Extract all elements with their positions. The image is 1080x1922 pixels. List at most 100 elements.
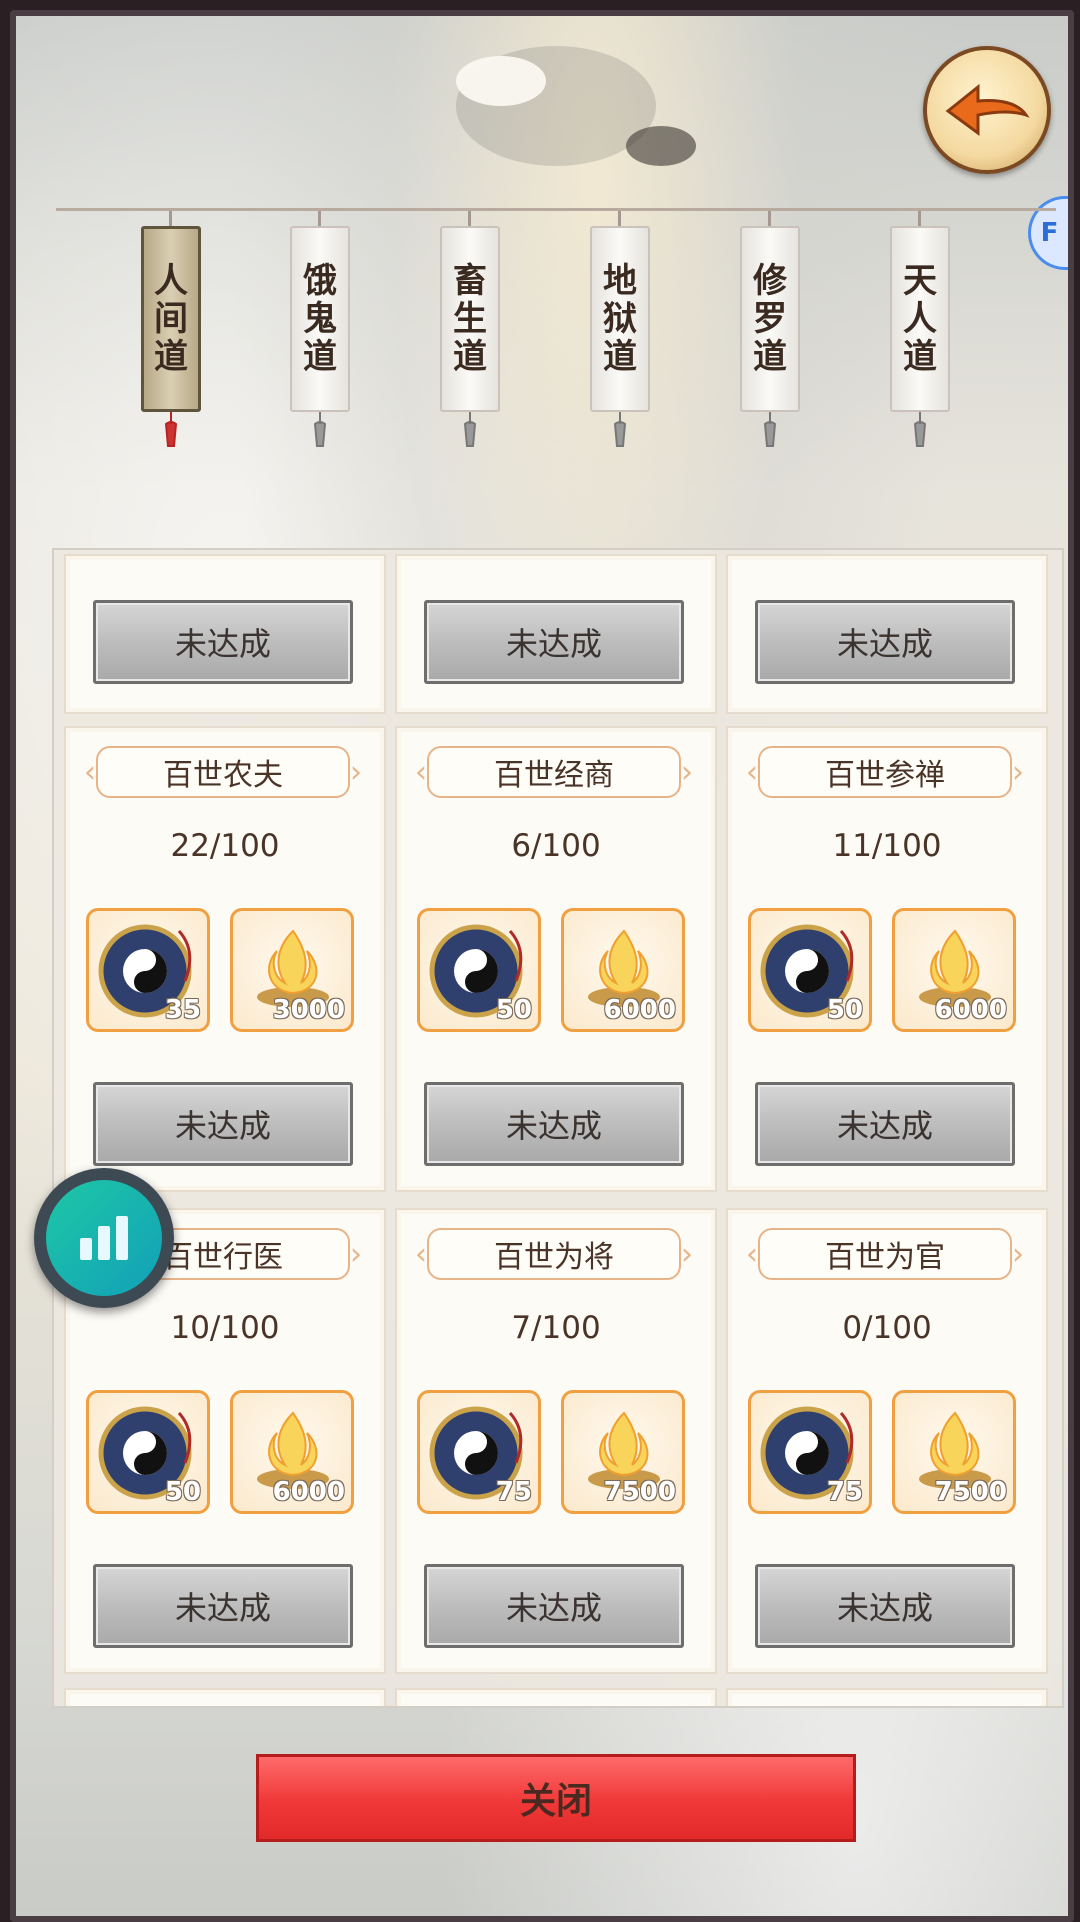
- tab-plate: 天 人 道: [890, 226, 950, 412]
- tab-hook: [468, 211, 471, 227]
- reward-quantity: 6000: [272, 1477, 345, 1507]
- tab-char: 修: [753, 261, 787, 301]
- tab-human-realm[interactable]: 人 间 道: [141, 211, 201, 447]
- status-button[interactable]: 未达成: [755, 1564, 1015, 1648]
- tab-hook: [768, 211, 771, 227]
- tab-char: 罗: [753, 299, 787, 339]
- card-title: 百世为官: [758, 1228, 1012, 1280]
- tab-char: 地: [603, 261, 637, 301]
- card-title: 百世农夫: [96, 746, 350, 798]
- card-progress: 7/100: [511, 1310, 601, 1346]
- status-button[interactable]: 未达成: [424, 600, 684, 684]
- reward-quantity: 7500: [603, 1477, 676, 1507]
- achievement-card: ‹ 百世为官 › 0/100 75 7500 未达成: [726, 1208, 1048, 1674]
- tab-char: 道: [303, 337, 337, 377]
- achievement-card-partial: [395, 1688, 717, 1706]
- tab-plate: 修 罗 道: [740, 226, 800, 412]
- tassel-icon: [613, 412, 627, 447]
- game-window: F 人 间 道 饿 鬼 道 畜 生 道 地 狱 道 修 罗 道 天 人 道 未达…: [10, 10, 1074, 1922]
- tab-hook: [918, 211, 921, 227]
- title-ornament-right: ›: [681, 754, 693, 790]
- bar-chart-icon: [46, 1180, 162, 1296]
- achievement-card: ‹ 百世参禅 › 11/100 50 6000 未达成: [726, 726, 1048, 1192]
- reward-item-flame[interactable]: 3000: [230, 908, 354, 1032]
- status-button[interactable]: 未达成: [755, 600, 1015, 684]
- bar-chart-icon-bar: [80, 1238, 92, 1260]
- tab-char: 人: [154, 261, 188, 301]
- tab-char: 生: [453, 299, 487, 339]
- reward-item-taiji[interactable]: 75: [748, 1390, 872, 1514]
- tab-hook: [618, 211, 621, 227]
- status-button[interactable]: 未达成: [93, 1082, 353, 1166]
- achievement-list-panel[interactable]: 未达成 未达成 未达成 ‹ 百世农夫 › 22/100 35 3000 未达成 ‹ 百…: [52, 548, 1064, 1708]
- tab-char: 人: [903, 299, 937, 339]
- status-label: 未达成: [836, 625, 933, 663]
- reward-item-taiji[interactable]: 50: [86, 1390, 210, 1514]
- close-button[interactable]: 关闭: [256, 1754, 856, 1842]
- reward-item-taiji[interactable]: 35: [86, 908, 210, 1032]
- tab-plate: 人 间 道: [141, 226, 201, 412]
- tab-asura-realm[interactable]: 修 罗 道: [740, 211, 800, 447]
- tab-char: 道: [903, 337, 937, 377]
- tab-hungry-ghost-realm[interactable]: 饿 鬼 道: [290, 211, 350, 447]
- tab-plate: 畜 生 道: [440, 226, 500, 412]
- tab-hook: [318, 211, 321, 227]
- tab-char: 畜: [453, 261, 487, 301]
- status-label: 未达成: [174, 1589, 271, 1627]
- tab-hell-realm[interactable]: 地 狱 道: [590, 211, 650, 447]
- reward-item-flame[interactable]: 6000: [892, 908, 1016, 1032]
- card-title-bar: ‹ 百世为官 ›: [740, 1228, 1030, 1280]
- reward-quantity: 50: [495, 995, 532, 1025]
- tassel-icon: [164, 412, 178, 447]
- card-progress: 0/100: [842, 1310, 932, 1346]
- tab-plate: 地 狱 道: [590, 226, 650, 412]
- tab-char: 饿: [303, 261, 337, 301]
- title-ornament-right: ›: [1012, 754, 1024, 790]
- status-button[interactable]: 未达成: [93, 1564, 353, 1648]
- tab-char: 鬼: [303, 299, 337, 339]
- tassel-icon: [463, 412, 477, 447]
- back-button[interactable]: [923, 46, 1051, 174]
- achievement-card-partial: 未达成: [395, 554, 717, 714]
- tab-animal-realm[interactable]: 畜 生 道: [440, 211, 500, 447]
- reward-quantity: 50: [826, 995, 863, 1025]
- tab-rope: [56, 208, 1056, 211]
- title-ornament-left: ‹: [415, 1236, 427, 1272]
- status-button[interactable]: 未达成: [93, 600, 353, 684]
- reward-item-taiji[interactable]: 75: [417, 1390, 541, 1514]
- bar-chart-icon-bar: [116, 1216, 128, 1260]
- card-progress: 10/100: [170, 1310, 280, 1346]
- reward-item-flame[interactable]: 7500: [561, 1390, 685, 1514]
- card-title-bar: ‹ 百世农夫 ›: [78, 746, 368, 798]
- reward-item-flame[interactable]: 6000: [561, 908, 685, 1032]
- reward-item-flame[interactable]: 6000: [230, 1390, 354, 1514]
- reward-item-flame[interactable]: 7500: [892, 1390, 1016, 1514]
- status-label: 未达成: [505, 1107, 602, 1145]
- side-float-tab-label: F: [1040, 218, 1059, 248]
- achievement-card: ‹ 百世经商 › 6/100 50 6000 未达成: [395, 726, 717, 1192]
- tab-char: 间: [154, 299, 188, 339]
- tassel-icon: [313, 412, 327, 447]
- status-label: 未达成: [505, 1589, 602, 1627]
- floating-stats-button[interactable]: [34, 1168, 174, 1308]
- card-title-bar: ‹ 百世参禅 ›: [740, 746, 1030, 798]
- reward-item-taiji[interactable]: 50: [748, 908, 872, 1032]
- status-label: 未达成: [836, 1107, 933, 1145]
- card-progress: 11/100: [832, 828, 942, 864]
- status-button[interactable]: 未达成: [755, 1082, 1015, 1166]
- status-button[interactable]: 未达成: [424, 1564, 684, 1648]
- reward-item-taiji[interactable]: 50: [417, 908, 541, 1032]
- tab-char: 道: [753, 337, 787, 377]
- status-label: 未达成: [174, 1107, 271, 1145]
- tab-char: 道: [154, 337, 188, 377]
- title-ornament-right: ›: [350, 1236, 362, 1272]
- card-title: 百世经商: [427, 746, 681, 798]
- tab-heaven-realm[interactable]: 天 人 道: [890, 211, 950, 447]
- status-button[interactable]: 未达成: [424, 1082, 684, 1166]
- reward-quantity: 35: [164, 995, 201, 1025]
- back-arrow-icon: [945, 83, 1030, 136]
- reward-quantity: 7500: [934, 1477, 1007, 1507]
- achievement-card-partial: 未达成: [726, 554, 1048, 714]
- tassel-icon: [763, 412, 777, 447]
- tab-plate: 饿 鬼 道: [290, 226, 350, 412]
